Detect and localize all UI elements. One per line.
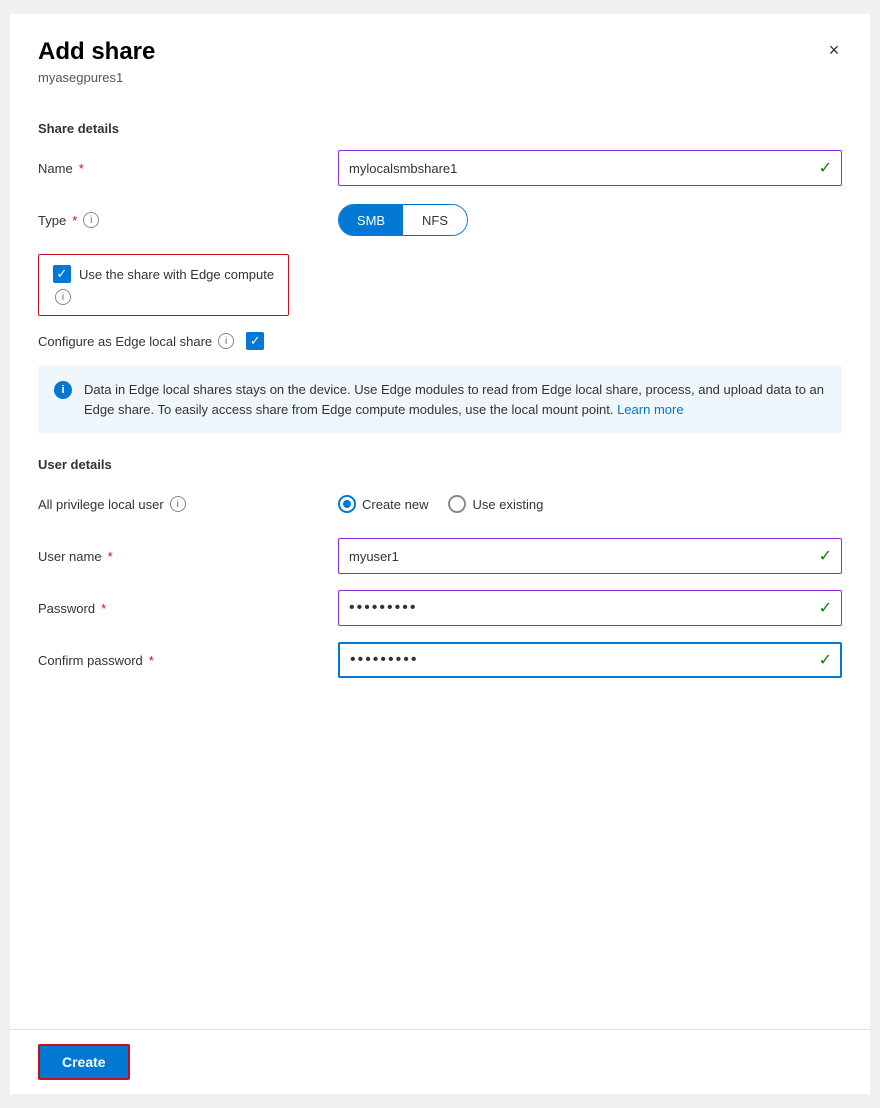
username-row: User name * ✓: [38, 538, 842, 574]
create-button[interactable]: Create: [38, 1044, 130, 1080]
confirm-password-row: Confirm password * ✓: [38, 642, 842, 678]
dialog-footer: Create: [10, 1029, 870, 1094]
add-share-dialog: Add share myasegpures1 × Share details N…: [10, 14, 870, 1094]
create-new-radio[interactable]: Create new: [338, 495, 428, 513]
confirm-password-required-star: *: [149, 653, 154, 668]
learn-more-link[interactable]: Learn more: [617, 402, 683, 417]
edge-compute-info-icon[interactable]: i: [55, 289, 71, 305]
edge-local-checkmark: ✓: [250, 333, 261, 349]
type-row: Type * i SMB NFS: [38, 202, 842, 238]
username-control: ✓: [338, 538, 842, 574]
password-required-star: *: [101, 601, 106, 616]
privilege-row: All privilege local user i Create new Us…: [38, 486, 842, 522]
use-existing-radio-outer: [448, 495, 466, 513]
confirm-password-control: ✓: [338, 642, 842, 678]
name-check-icon: ✓: [819, 158, 832, 178]
create-new-radio-outer: [338, 495, 356, 513]
name-input[interactable]: [338, 150, 842, 186]
type-required-star: *: [72, 213, 77, 228]
dialog-subtitle: myasegpures1: [38, 70, 842, 85]
name-control: ✓: [338, 150, 842, 186]
username-required-star: *: [108, 549, 113, 564]
name-required-star: *: [79, 161, 84, 176]
edge-compute-row: ✓ Use the share with Edge compute i: [38, 254, 842, 316]
dialog-title: Add share: [38, 38, 842, 66]
nfs-toggle[interactable]: NFS: [403, 205, 467, 235]
password-check-icon: ✓: [819, 598, 832, 618]
info-box-text: Data in Edge local shares stays on the d…: [84, 380, 826, 419]
create-new-label: Create new: [362, 497, 428, 512]
name-label: Name *: [38, 161, 338, 176]
dialog-header: Add share myasegpures1 ×: [10, 14, 870, 101]
password-label: Password *: [38, 601, 338, 616]
edge-compute-checkbox-row: ✓ Use the share with Edge compute: [53, 265, 274, 283]
close-button[interactable]: ×: [818, 34, 850, 66]
edge-local-row: Configure as Edge local share i ✓: [38, 332, 842, 350]
username-label: User name *: [38, 549, 338, 564]
type-toggle-control: SMB NFS: [338, 204, 842, 236]
type-label: Type * i: [38, 212, 338, 228]
edge-compute-checkmark: ✓: [57, 266, 68, 282]
confirm-password-label: Confirm password *: [38, 653, 338, 668]
type-toggle-group: SMB NFS: [338, 204, 468, 236]
use-existing-radio[interactable]: Use existing: [448, 495, 543, 513]
share-details-section-label: Share details: [38, 121, 842, 136]
edge-local-info-icon[interactable]: i: [218, 333, 234, 349]
use-existing-label: Use existing: [472, 497, 543, 512]
confirm-password-check-icon: ✓: [819, 650, 832, 670]
privilege-info-icon[interactable]: i: [170, 496, 186, 512]
type-info-icon[interactable]: i: [83, 212, 99, 228]
username-input[interactable]: [338, 538, 842, 574]
privilege-radio-control: Create new Use existing: [338, 495, 842, 513]
name-row: Name * ✓: [38, 150, 842, 186]
radio-group: Create new Use existing: [338, 495, 842, 513]
info-box: i Data in Edge local shares stays on the…: [38, 366, 842, 433]
username-check-icon: ✓: [819, 546, 832, 566]
edge-compute-label: Use the share with Edge compute: [79, 267, 274, 282]
edge-local-checkbox[interactable]: ✓: [246, 332, 264, 350]
edge-compute-checkbox[interactable]: ✓: [53, 265, 71, 283]
info-box-icon: i: [54, 381, 72, 399]
dialog-body: Share details Name * ✓ Type * i SMB NF: [10, 101, 870, 1029]
user-details-section-label: User details: [38, 457, 842, 472]
privilege-label: All privilege local user i: [38, 496, 338, 512]
password-input[interactable]: [338, 590, 842, 626]
create-new-radio-inner: [343, 500, 351, 508]
confirm-password-input[interactable]: [338, 642, 842, 678]
password-control: ✓: [338, 590, 842, 626]
password-row: Password * ✓: [38, 590, 842, 626]
edge-local-label: Configure as Edge local share i: [38, 333, 234, 349]
smb-toggle[interactable]: SMB: [339, 205, 403, 235]
